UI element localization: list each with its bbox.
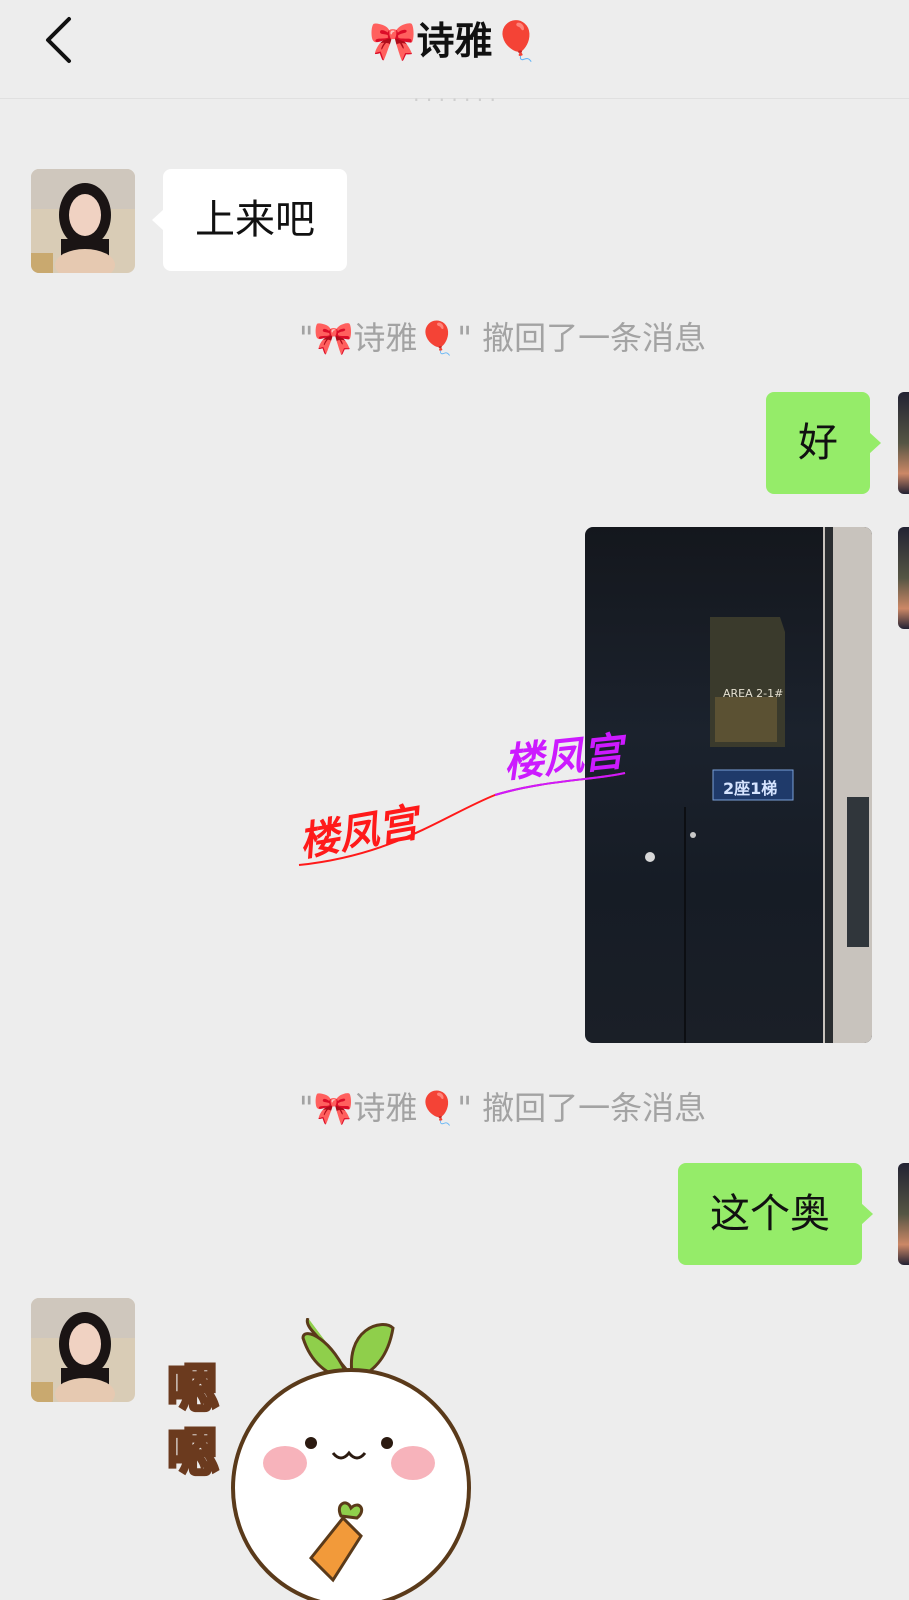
self-avatar[interactable] xyxy=(898,1163,909,1265)
sticker-message[interactable]: 嗯嗯 xyxy=(163,1318,483,1600)
photo-plate-text: 2座1梯 xyxy=(723,779,778,798)
top-bar: 🎀诗雅🎈 · · · · · · · xyxy=(0,0,909,102)
recall-notice: "🎀诗雅🎈" 撤回了一条消息 xyxy=(298,1089,707,1127)
message-bubble[interactable]: 上来吧 xyxy=(152,169,347,271)
contact-avatar[interactable] xyxy=(31,1298,135,1402)
chat-title: 🎀诗雅🎈 xyxy=(369,19,540,63)
photo-sign-text: AREA 2-1# xyxy=(723,687,784,700)
avatar-image xyxy=(31,169,135,273)
contact-avatar[interactable] xyxy=(31,169,135,273)
message-bubble[interactable]: 好 xyxy=(766,392,881,494)
recall-notice: "🎀诗雅🎈" 撤回了一条消息 xyxy=(298,319,707,357)
sticker-text: 嗯嗯 xyxy=(166,1359,221,1486)
radish-sticker-icon xyxy=(231,1318,471,1600)
self-avatar[interactable] xyxy=(898,527,909,629)
avatar-image xyxy=(31,1298,135,1402)
self-avatar[interactable] xyxy=(898,392,909,494)
subheader-partial: · · · · · · · xyxy=(413,88,496,102)
message-bubble[interactable]: 这个奥 xyxy=(678,1163,873,1265)
